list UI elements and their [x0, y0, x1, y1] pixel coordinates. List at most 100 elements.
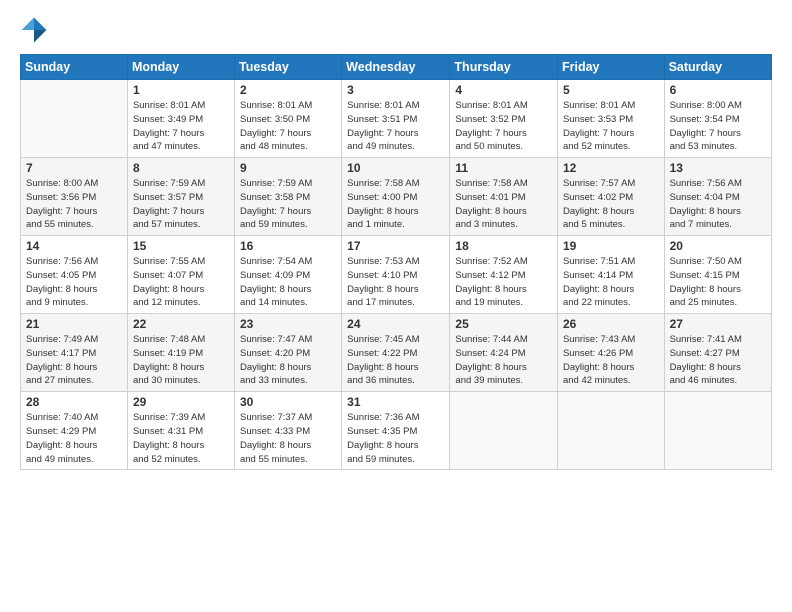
- calendar-day-cell: [450, 392, 558, 470]
- day-info: Sunrise: 7:54 AMSunset: 4:09 PMDaylight:…: [240, 255, 336, 310]
- calendar-day-cell: 27Sunrise: 7:41 AMSunset: 4:27 PMDayligh…: [664, 314, 771, 392]
- page-header: [20, 16, 772, 44]
- logo-icon: [20, 16, 48, 44]
- day-number: 23: [240, 317, 336, 331]
- day-info: Sunrise: 7:47 AMSunset: 4:20 PMDaylight:…: [240, 333, 336, 388]
- calendar-day-cell: 24 Sunrise: 7:45 AMSunset: 4:22 PMDayligh…: [342, 314, 450, 392]
- day-number: 7: [26, 161, 122, 175]
- day-info: Sunrise: 8:00 AMSunset: 3:56 PMDaylight:…: [26, 177, 122, 232]
- calendar-week-row: 21 Sunrise: 7:49 AMSunset: 4:17 PMDayligh…: [21, 314, 772, 392]
- calendar-day-cell: 12 Sunrise: 7:57 AMSunset: 4:02 PMDayligh…: [557, 158, 664, 236]
- day-info: Sunrise: 8:01 AMSunset: 3:51 PMDaylight:…: [347, 99, 444, 154]
- calendar-day-cell: 1 Sunrise: 8:01 AMSunset: 3:49 PMDaylight…: [127, 80, 234, 158]
- day-number: 10: [347, 161, 444, 175]
- day-number: 27: [670, 317, 766, 331]
- calendar-day-cell: 14Sunrise: 7:56 AMSunset: 4:05 PMDayligh…: [21, 236, 128, 314]
- day-number: 4: [455, 83, 552, 97]
- day-info: Sunrise: 7:58 AMSunset: 4:01 PMDaylight:…: [455, 177, 552, 232]
- day-number: 5: [563, 83, 659, 97]
- calendar-day-cell: 16 Sunrise: 7:54 AMSunset: 4:09 PMDayligh…: [234, 236, 341, 314]
- calendar-day-header: Monday: [127, 55, 234, 80]
- calendar-day-cell: [21, 80, 128, 158]
- calendar-day-cell: 15Sunrise: 7:55 AMSunset: 4:07 PMDayligh…: [127, 236, 234, 314]
- calendar-week-row: 28 Sunrise: 7:40 AMSunset: 4:29 PMDayligh…: [21, 392, 772, 470]
- day-info: Sunrise: 8:01 AMSunset: 3:49 PMDaylight:…: [133, 99, 229, 154]
- calendar-day-cell: 4 Sunrise: 8:01 AMSunset: 3:52 PMDaylight…: [450, 80, 558, 158]
- day-info: Sunrise: 7:59 AMSunset: 3:58 PMDaylight:…: [240, 177, 336, 232]
- calendar-day-header: Thursday: [450, 55, 558, 80]
- day-number: 1: [133, 83, 229, 97]
- day-number: 15: [133, 239, 229, 253]
- day-number: 25: [455, 317, 552, 331]
- calendar-day-header: Tuesday: [234, 55, 341, 80]
- day-number: 30: [240, 395, 336, 409]
- day-info: Sunrise: 7:58 AMSunset: 4:00 PMDaylight:…: [347, 177, 444, 232]
- calendar-day-cell: 18 Sunrise: 7:52 AMSunset: 4:12 PMDayligh…: [450, 236, 558, 314]
- day-number: 31: [347, 395, 444, 409]
- calendar-day-cell: 7 Sunrise: 8:00 AMSunset: 3:56 PMDaylight…: [21, 158, 128, 236]
- day-number: 3: [347, 83, 444, 97]
- day-info: Sunrise: 7:49 AMSunset: 4:17 PMDaylight:…: [26, 333, 122, 388]
- day-number: 17: [347, 239, 444, 253]
- calendar-week-row: 14Sunrise: 7:56 AMSunset: 4:05 PMDayligh…: [21, 236, 772, 314]
- calendar-day-cell: 2Sunrise: 8:01 AMSunset: 3:50 PMDaylight…: [234, 80, 341, 158]
- calendar-day-cell: 6Sunrise: 8:00 AMSunset: 3:54 PMDaylight…: [664, 80, 771, 158]
- calendar-day-cell: 20 Sunrise: 7:50 AMSunset: 4:15 PMDayligh…: [664, 236, 771, 314]
- day-number: 2: [240, 83, 336, 97]
- day-info: Sunrise: 7:43 AMSunset: 4:26 PMDaylight:…: [563, 333, 659, 388]
- calendar-header-row: SundayMondayTuesdayWednesdayThursdayFrid…: [21, 55, 772, 80]
- day-info: Sunrise: 7:59 AMSunset: 3:57 PMDaylight:…: [133, 177, 229, 232]
- day-info: Sunrise: 7:37 AMSunset: 4:33 PMDaylight:…: [240, 411, 336, 466]
- calendar-day-header: Wednesday: [342, 55, 450, 80]
- day-number: 12: [563, 161, 659, 175]
- day-info: Sunrise: 7:39 AMSunset: 4:31 PMDaylight:…: [133, 411, 229, 466]
- calendar-day-header: Friday: [557, 55, 664, 80]
- day-info: Sunrise: 7:51 AMSunset: 4:14 PMDaylight:…: [563, 255, 659, 310]
- day-number: 21: [26, 317, 122, 331]
- calendar-day-cell: 25 Sunrise: 7:44 AMSunset: 4:24 PMDayligh…: [450, 314, 558, 392]
- day-info: Sunrise: 8:00 AMSunset: 3:54 PMDaylight:…: [670, 99, 766, 154]
- calendar-day-cell: 29Sunrise: 7:39 AMSunset: 4:31 PMDayligh…: [127, 392, 234, 470]
- calendar-day-cell: 21 Sunrise: 7:49 AMSunset: 4:17 PMDayligh…: [21, 314, 128, 392]
- day-number: 16: [240, 239, 336, 253]
- day-info: Sunrise: 7:56 AMSunset: 4:04 PMDaylight:…: [670, 177, 766, 232]
- day-number: 19: [563, 239, 659, 253]
- calendar-week-row: 7 Sunrise: 8:00 AMSunset: 3:56 PMDaylight…: [21, 158, 772, 236]
- calendar-day-cell: 5 Sunrise: 8:01 AMSunset: 3:53 PMDaylight…: [557, 80, 664, 158]
- day-info: Sunrise: 7:36 AMSunset: 4:35 PMDaylight:…: [347, 411, 444, 466]
- day-info: Sunrise: 7:40 AMSunset: 4:29 PMDaylight:…: [26, 411, 122, 466]
- calendar-day-cell: 10 Sunrise: 7:58 AMSunset: 4:00 PMDayligh…: [342, 158, 450, 236]
- day-info: Sunrise: 7:53 AMSunset: 4:10 PMDaylight:…: [347, 255, 444, 310]
- day-info: Sunrise: 7:50 AMSunset: 4:15 PMDaylight:…: [670, 255, 766, 310]
- calendar-day-cell: 19 Sunrise: 7:51 AMSunset: 4:14 PMDayligh…: [557, 236, 664, 314]
- day-number: 13: [670, 161, 766, 175]
- day-info: Sunrise: 8:01 AMSunset: 3:52 PMDaylight:…: [455, 99, 552, 154]
- calendar-day-cell: 28 Sunrise: 7:40 AMSunset: 4:29 PMDayligh…: [21, 392, 128, 470]
- calendar-week-row: 1 Sunrise: 8:01 AMSunset: 3:49 PMDaylight…: [21, 80, 772, 158]
- day-info: Sunrise: 7:45 AMSunset: 4:22 PMDaylight:…: [347, 333, 444, 388]
- day-number: 28: [26, 395, 122, 409]
- calendar-day-cell: 26Sunrise: 7:43 AMSunset: 4:26 PMDayligh…: [557, 314, 664, 392]
- day-number: 9: [240, 161, 336, 175]
- day-info: Sunrise: 7:57 AMSunset: 4:02 PMDaylight:…: [563, 177, 659, 232]
- day-info: Sunrise: 8:01 AMSunset: 3:53 PMDaylight:…: [563, 99, 659, 154]
- logo: [20, 16, 52, 44]
- day-info: Sunrise: 7:56 AMSunset: 4:05 PMDaylight:…: [26, 255, 122, 310]
- day-number: 18: [455, 239, 552, 253]
- day-number: 24: [347, 317, 444, 331]
- calendar-day-cell: [557, 392, 664, 470]
- calendar-day-cell: 11 Sunrise: 7:58 AMSunset: 4:01 PMDayligh…: [450, 158, 558, 236]
- calendar-day-cell: 23 Sunrise: 7:47 AMSunset: 4:20 PMDayligh…: [234, 314, 341, 392]
- day-info: Sunrise: 7:44 AMSunset: 4:24 PMDaylight:…: [455, 333, 552, 388]
- calendar-day-header: Sunday: [21, 55, 128, 80]
- calendar-day-header: Saturday: [664, 55, 771, 80]
- calendar-day-cell: 17 Sunrise: 7:53 AMSunset: 4:10 PMDayligh…: [342, 236, 450, 314]
- day-number: 11: [455, 161, 552, 175]
- day-number: 8: [133, 161, 229, 175]
- day-info: Sunrise: 7:48 AMSunset: 4:19 PMDaylight:…: [133, 333, 229, 388]
- calendar-day-cell: [664, 392, 771, 470]
- calendar-day-cell: 30 Sunrise: 7:37 AMSunset: 4:33 PMDayligh…: [234, 392, 341, 470]
- day-info: Sunrise: 7:52 AMSunset: 4:12 PMDaylight:…: [455, 255, 552, 310]
- day-number: 20: [670, 239, 766, 253]
- calendar-day-cell: 31 Sunrise: 7:36 AMSunset: 4:35 PMDayligh…: [342, 392, 450, 470]
